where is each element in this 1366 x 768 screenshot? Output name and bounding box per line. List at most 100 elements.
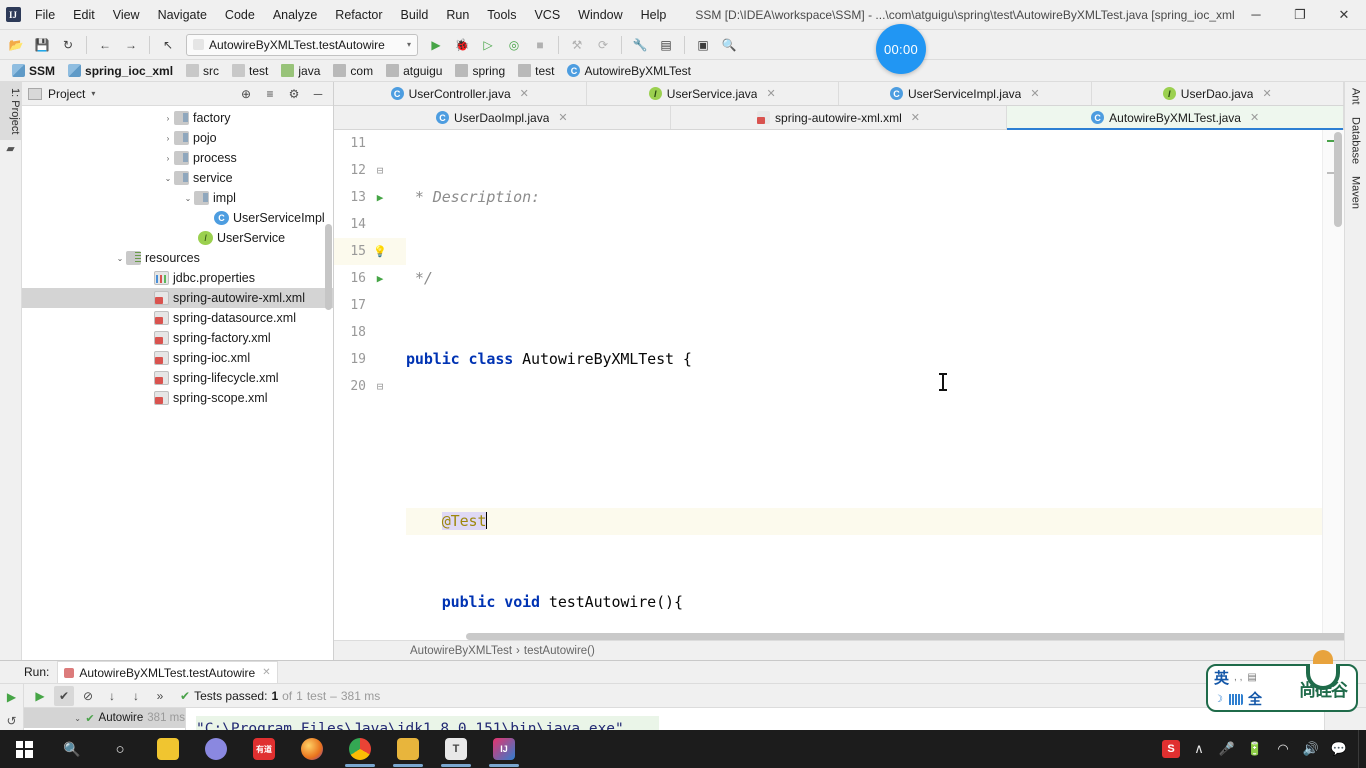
menu-build[interactable]: Build [392, 0, 438, 30]
breadcrumb-item-com[interactable]: com [327, 61, 379, 81]
breadcrumb-item-spring[interactable]: spring [449, 61, 511, 81]
breadcrumb-item-java[interactable]: java [275, 61, 326, 81]
tab-userservice-java[interactable]: I UserService.java ✕ [586, 82, 839, 105]
rerun-tests-icon[interactable]: ▶ [30, 686, 50, 706]
edit-source-icon[interactable]: ↖ [156, 33, 180, 57]
maximize-button[interactable]: ❐ [1278, 0, 1322, 30]
menu-file[interactable]: File [26, 0, 64, 30]
close-icon[interactable]: ✕ [262, 667, 270, 678]
menu-window[interactable]: Window [569, 0, 631, 30]
editor-vertical-scrollbar[interactable] [1334, 132, 1342, 227]
wifi-icon[interactable]: ◠ [1270, 730, 1296, 768]
rerun-failed-icon[interactable]: ↺ [3, 712, 21, 730]
expand-toolbar-icon[interactable]: » [150, 686, 170, 706]
show-desktop-button[interactable] [1358, 730, 1366, 768]
fold-marker-icon[interactable]: ⊟ [370, 164, 390, 177]
chevron-down-icon[interactable]: ⌄ [74, 714, 81, 723]
taskbar-item-typora[interactable]: T [432, 730, 480, 768]
forward-icon[interactable]: → [119, 33, 143, 57]
project-tree[interactable]: › factory › pojo › process ⌄ service ⌄ i… [22, 106, 333, 660]
breadcrumb-item-ssm[interactable]: SSM [6, 61, 61, 81]
editor-gutter[interactable]: 11 12 ⊟ 13 ▶ 14 15 💡 16 ▶ 17 18 19 20 ⊟ [334, 130, 406, 640]
fold-marker-icon[interactable]: ⊟ [370, 380, 390, 393]
layout-icon[interactable]: ▣ [691, 33, 715, 57]
menu-refactor[interactable]: Refactor [326, 0, 391, 30]
code-text[interactable]: * Description: */ public class AutowireB… [406, 130, 1344, 640]
menu-edit[interactable]: Edit [64, 0, 104, 30]
tree-item-spring-lifecycle-xml[interactable]: spring-lifecycle.xml [22, 368, 333, 388]
tab-userdaoimpl-java[interactable]: C UserDaoImpl.java ✕ [334, 106, 671, 129]
project-structure-icon[interactable]: ▤ [654, 33, 678, 57]
menu-tools[interactable]: Tools [478, 0, 525, 30]
run-configuration-selector[interactable]: AutowireByXMLTest.testAutowire ▾ [186, 33, 418, 56]
close-icon[interactable]: ✕ [1030, 87, 1039, 100]
sogou-input-icon[interactable]: S [1158, 730, 1184, 768]
breadcrumb-class[interactable]: AutowireByXMLTest [410, 645, 512, 657]
sidebar-item-database[interactable]: Database [1350, 111, 1362, 170]
settings-icon[interactable]: 🔧 [628, 33, 652, 57]
ime-indicator[interactable]: 英 , , ▤ ☽ 全 [1208, 667, 1290, 709]
tree-item-spring-autowire-xml[interactable]: spring-autowire-xml.xml [22, 288, 333, 308]
taskbar-item-dolphin[interactable] [192, 730, 240, 768]
taskbar-search-button[interactable]: 🔍 [48, 730, 96, 768]
tab-autowirebyxmltest-java[interactable]: C AutowireByXMLTest.java ✕ [1007, 106, 1345, 130]
locate-icon[interactable]: ⊕ [237, 85, 255, 103]
intention-bulb-icon[interactable]: 💡 [370, 245, 390, 258]
menu-code[interactable]: Code [216, 0, 264, 30]
tree-item-spring-datasource-xml[interactable]: spring-datasource.xml [22, 308, 333, 328]
breadcrumb-item-test2[interactable]: test [512, 61, 560, 81]
settings-gear-icon[interactable]: ⚙ [285, 85, 303, 103]
tree-item-userserviceimpl[interactable]: C UserServiceImpl [22, 208, 333, 228]
punctuation-icon[interactable]: , , [1234, 672, 1242, 683]
sidebar-item-project[interactable]: 1: Project [0, 82, 21, 141]
notifications-icon[interactable]: 💬 [1326, 730, 1352, 768]
editor-horizontal-scrollbar[interactable] [406, 633, 1344, 640]
volume-icon[interactable]: 🔊 [1298, 730, 1324, 768]
menu-view[interactable]: View [104, 0, 149, 30]
menu-navigate[interactable]: Navigate [149, 0, 216, 30]
sort-duration-icon[interactable]: ↓ [126, 686, 146, 706]
back-icon[interactable]: ← [93, 33, 117, 57]
chevron-right-icon[interactable]: › [162, 154, 174, 163]
build-icon[interactable]: ⚒ [565, 33, 589, 57]
menu-help[interactable]: Help [632, 0, 676, 30]
moon-icon[interactable]: ☽ [1214, 694, 1223, 705]
tree-item-resources[interactable]: ⌄ resources [22, 248, 333, 268]
show-ignored-icon[interactable]: ⊘ [78, 686, 98, 706]
start-button[interactable] [0, 730, 48, 768]
chevron-down-icon[interactable]: ⌄ [162, 174, 174, 183]
run-session-tab[interactable]: AutowireByXMLTest.testAutowire ✕ [57, 661, 278, 683]
close-icon[interactable]: ✕ [911, 111, 920, 124]
breadcrumb-item-atguigu[interactable]: atguigu [380, 61, 448, 81]
show-passed-icon[interactable]: ✔ [54, 685, 74, 706]
save-icon[interactable]: 💾 [30, 33, 54, 57]
sync-icon[interactable]: ↻ [56, 33, 80, 57]
breadcrumb-item-test[interactable]: test [226, 61, 274, 81]
stop-icon[interactable]: ■ [528, 33, 552, 57]
taskbar-item-youdao[interactable]: 有道 [240, 730, 288, 768]
close-icon[interactable]: ✕ [558, 111, 567, 124]
menu-vcs[interactable]: VCS [525, 0, 569, 30]
tree-item-jdbc-properties[interactable]: jdbc.properties [22, 268, 333, 288]
tree-item-spring-factory-xml[interactable]: spring-factory.xml [22, 328, 333, 348]
sidebar-item-maven[interactable]: Maven [1350, 170, 1362, 215]
battery-icon[interactable]: 🔋 [1242, 730, 1268, 768]
run-gutter-icon[interactable]: ▶ [370, 191, 390, 204]
keyboard-icon[interactable] [1227, 693, 1243, 705]
tree-item-impl[interactable]: ⌄ impl [22, 188, 333, 208]
tree-item-spring-scope-xml[interactable]: spring-scope.xml [22, 388, 333, 408]
breadcrumb-item-spring-ioc-xml[interactable]: spring_ioc_xml [62, 61, 179, 81]
minimize-button[interactable]: ─ [1234, 0, 1278, 30]
breadcrumb-method[interactable]: testAutowire() [524, 645, 595, 657]
taskbar-item-intellij[interactable]: IJ [480, 730, 528, 768]
chevron-down-icon[interactable]: ⌄ [114, 254, 126, 263]
editor-analysis-stripe[interactable] [1322, 130, 1344, 640]
sort-alpha-icon[interactable]: ↓ [102, 686, 122, 706]
collapse-all-icon[interactable]: ≡ [261, 85, 279, 103]
profile-icon[interactable]: ◎ [502, 33, 526, 57]
close-icon[interactable]: ✕ [1250, 111, 1259, 124]
ime-mode-label[interactable]: 英 [1214, 667, 1229, 688]
tab-userdao-java[interactable]: I UserDao.java ✕ [1091, 82, 1344, 105]
taskbar-item-explorer[interactable] [384, 730, 432, 768]
microphone-icon[interactable]: 🎤 [1214, 730, 1240, 768]
